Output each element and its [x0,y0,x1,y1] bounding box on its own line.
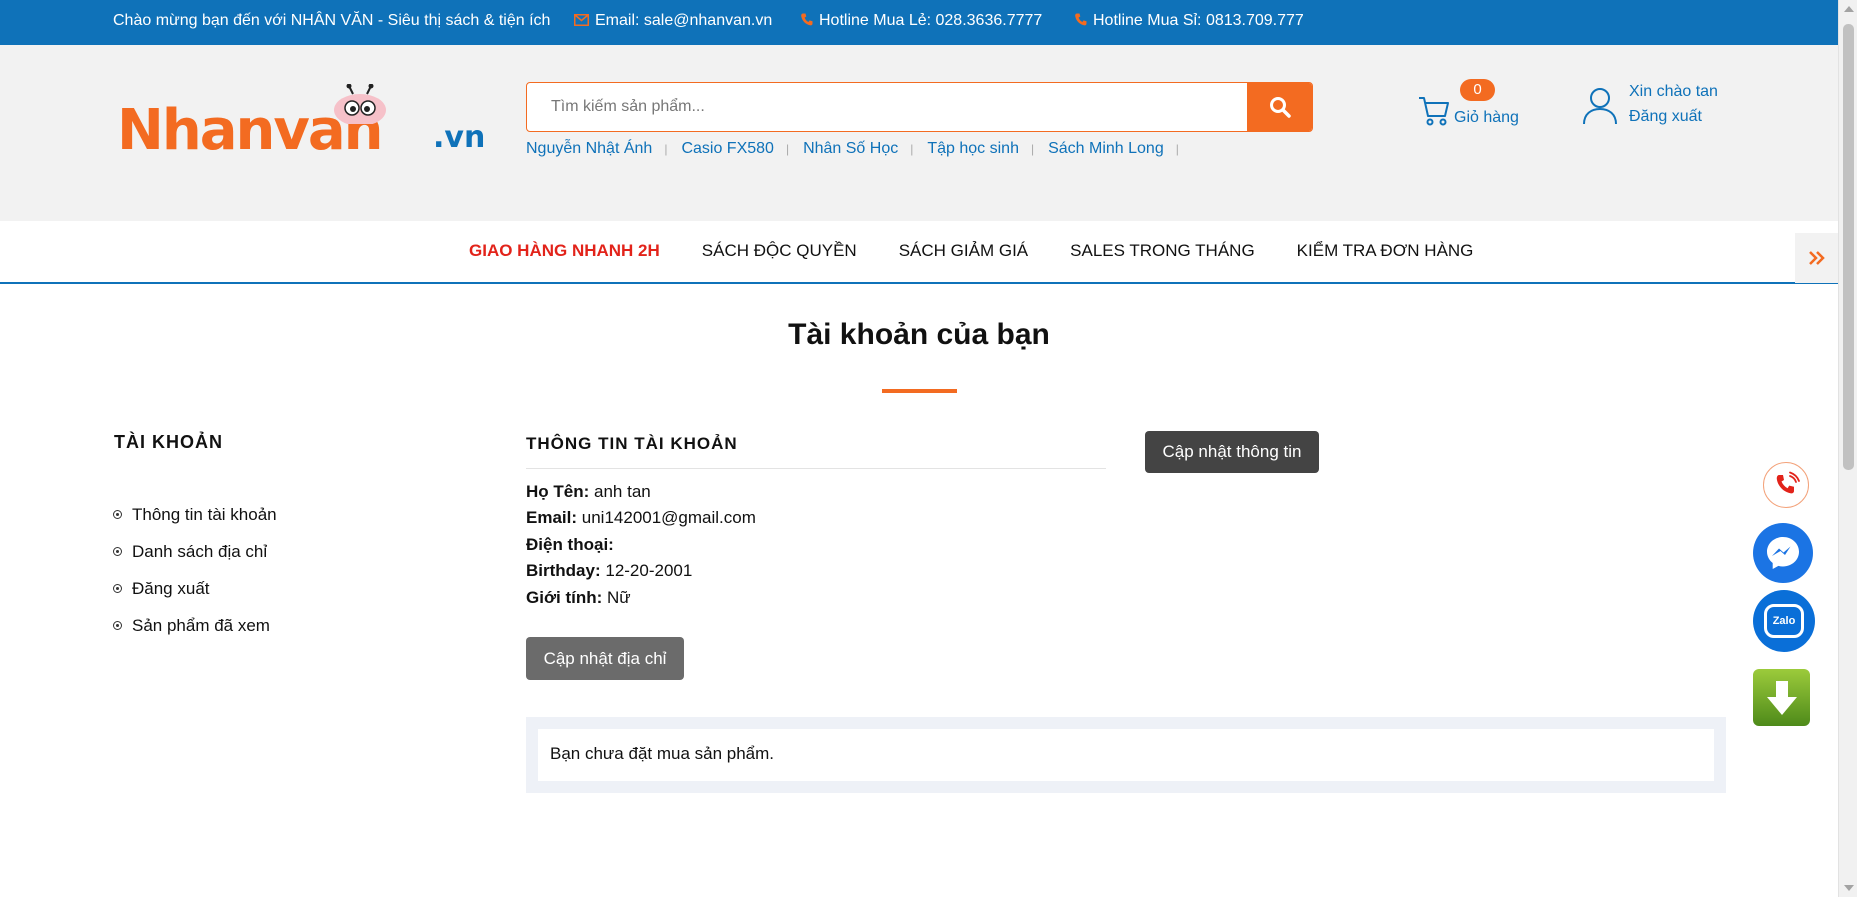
sidebar-item-label: Sản phẩm đã xem [132,615,270,635]
orders-empty-message: Bạn chưa đặt mua sản phẩm. [538,729,1714,781]
sidebar-item-label: Đăng xuất [132,578,210,598]
side-panel-toggle[interactable] [1795,233,1838,283]
hotline-retail-label: Hotline Mua Lẻ: 028.3636.7777 [819,12,1043,29]
nav-item-exclusive-books[interactable]: SÁCH ĐỘC QUYỀN [702,241,857,261]
bullet-icon [113,584,122,593]
sidebar-title: TÀI KHOẢN [114,432,223,452]
email-link[interactable]: Email: sale@nhanvan.vn [574,12,772,30]
account-menu: Xin chào tan Đăng xuất [1582,73,1742,143]
keyword-link[interactable]: Nhân Số Học [803,140,898,158]
separator: | [1175,142,1179,156]
keyword-link[interactable]: Casio FX580 [681,140,774,158]
user-icon [1583,88,1617,125]
cart-button[interactable]: 0 Giỏ hàng [1418,73,1538,143]
field-label: Giới tính: [526,587,603,607]
search-icon [1269,97,1291,118]
zalo-label: Zalo [1772,615,1796,627]
field-value: anh tan [594,482,651,501]
update-address-button[interactable]: Cập nhật địa chỉ [526,637,684,680]
separator: | [910,142,914,156]
separator: | [785,142,790,156]
call-button[interactable] [1763,462,1809,508]
account-info-title: THÔNG TIN TÀI KHOẢN [526,434,738,453]
sidebar-item-label: Danh sách địa chỉ [132,541,268,561]
field-full-name: Họ Tên: anh tan [526,482,756,508]
hotline-wholesale[interactable]: Hotline Mua Sỉ: 0813.709.777 [1075,12,1304,30]
phone-ring-icon [1776,471,1800,494]
bee-mascot-icon [334,84,386,124]
search-box [526,82,1313,132]
sidebar-item-address-list[interactable]: Danh sách địa chỉ [113,533,277,570]
messenger-button[interactable] [1753,523,1813,583]
zalo-icon: Zalo [1764,604,1804,638]
page-scrollbar[interactable] [1838,0,1857,897]
field-value: Nữ [607,587,631,607]
nav-item-fast-delivery[interactable]: GIAO HÀNG NHANH 2H [469,241,660,261]
search-button[interactable] [1247,83,1312,131]
separator: | [664,142,668,156]
keyword-link[interactable]: Tập học sinh [927,140,1019,158]
download-arrow-icon [1766,680,1797,715]
field-value: uni142001@gmail.com [581,508,756,528]
header-logout-link[interactable]: Đăng xuất [1629,108,1702,126]
keyword-link[interactable]: Nguyễn Nhật Ánh [526,140,652,158]
sidebar-item-account-info[interactable]: Thông tin tài khoản [113,496,277,533]
site-logo[interactable]: Nhanvan .vn [115,84,486,163]
cart-count-badge: 0 [1460,79,1495,101]
download-app-button[interactable] [1753,669,1810,726]
main-nav: GIAO HÀNG NHANH 2H SÁCH ĐỘC QUYỀN SÁCH G… [0,221,1838,284]
field-label: Họ Tên: [526,482,590,501]
hotline-retail[interactable]: Hotline Mua Lẻ: 028.3636.7777 [801,12,1042,30]
popular-keywords: Nguyễn Nhật Ánh | Casio FX580 | Nhân Số Họ… [526,140,1193,158]
search-input[interactable] [527,83,1247,131]
phone-icon [1075,13,1087,29]
scroll-up-arrow-icon[interactable] [1844,6,1854,12]
sidebar-item-label: Thông tin tài khoản [132,504,277,524]
field-gender: Giới tính: Nữ [526,588,756,614]
hotline-wholesale-label: Hotline Mua Sỉ: 0813.709.777 [1093,12,1304,29]
separator: | [1030,142,1035,156]
scroll-down-arrow-icon[interactable] [1844,885,1854,891]
greeting-link[interactable]: Xin chào tan [1629,83,1718,101]
nav-item-discount-books[interactable]: SÁCH GIẢM GIÁ [899,241,1028,261]
nav-item-check-order[interactable]: KIỂM TRA ĐƠN HÀNG [1297,241,1474,261]
sidebar-menu: Thông tin tài khoản Danh sách địa chỉ Đă… [113,496,277,644]
field-phone: Điện thoại: [526,535,756,561]
keyword-link[interactable]: Sách Minh Long [1048,140,1164,158]
envelope-icon [574,13,589,29]
field-birthday: Birthday: 12-20-2001 [526,561,756,587]
bullet-icon [113,510,122,519]
double-chevron-right-icon [1808,251,1825,265]
email-label: Email: sale@nhanvan.vn [595,12,773,29]
nav-menu: GIAO HÀNG NHANH 2H SÁCH ĐỘC QUYỀN SÁCH G… [469,241,1515,261]
zalo-button[interactable]: Zalo [1753,590,1815,652]
logo-suffix: .vn [433,120,486,155]
page-title: Tài khoản của bạn [788,318,1050,351]
welcome-text: Chào mừng bạn đến với NHÂN VĂN - Siêu th… [113,12,550,30]
field-label: Email: [526,508,578,528]
update-info-button[interactable]: Cập nhật thông tin [1145,431,1319,473]
sidebar-item-logout[interactable]: Đăng xuất [113,570,277,607]
title-underline [882,389,957,393]
orders-panel: Bạn chưa đặt mua sản phẩm. [526,717,1726,793]
cart-label: Giỏ hàng [1454,109,1519,126]
top-bar: Chào mừng bạn đến với NHÂN VĂN - Siêu th… [0,0,1838,45]
field-value: 12-20-2001 [605,561,693,581]
account-info-fields: Họ Tên: anh tan Email: uni142001@gmail.c… [526,482,756,614]
field-label: Birthday: [526,561,601,581]
bullet-icon [113,547,122,556]
field-email: Email: uni142001@gmail.com [526,508,756,534]
cart-icon [1419,97,1449,126]
scrollbar-thumb[interactable] [1843,24,1854,470]
sidebar-item-viewed-products[interactable]: Sản phẩm đã xem [113,607,277,644]
welcome-label: Chào mừng bạn đến với NHÂN VĂN - Siêu th… [113,12,551,29]
site-header: Nhanvan .vn Nguyễn Nhật Ánh | Casio FX580… [0,45,1838,221]
phone-icon [801,13,813,29]
nav-item-monthly-sales[interactable]: SALES TRONG THÁNG [1070,241,1255,261]
field-label: Điện thoại: [526,534,614,554]
divider [526,468,1106,469]
messenger-icon [1767,537,1799,569]
bullet-icon [113,621,122,630]
